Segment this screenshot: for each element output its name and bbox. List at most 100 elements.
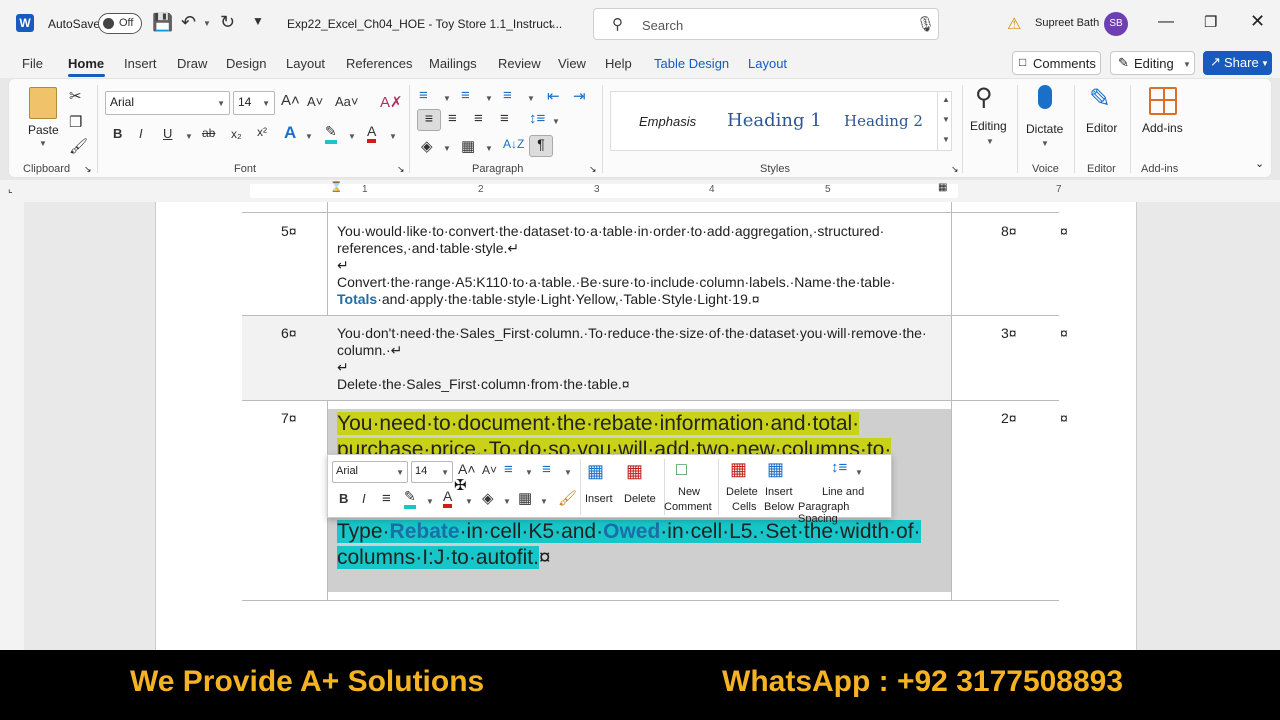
- line-paragraph-spacing-button[interactable]: Paragraph Spacing: [798, 501, 891, 525]
- highlight-dropdown-icon[interactable]: ▼: [348, 132, 356, 141]
- bullets-dropdown-icon[interactable]: ▼: [525, 468, 533, 477]
- addins-button[interactable]: Add-ins: [1142, 121, 1183, 135]
- tab-table-design[interactable]: Table Design: [654, 56, 729, 71]
- insert-below-button[interactable]: Below: [764, 501, 794, 513]
- tab-mailings[interactable]: Mailings: [429, 56, 477, 71]
- bullets-icon[interactable]: ≡: [419, 87, 428, 104]
- style-heading1[interactable]: Heading 1: [727, 110, 822, 131]
- shrink-font-icon[interactable]: A˅: [482, 463, 497, 477]
- strikethrough-icon[interactable]: ab: [202, 126, 215, 140]
- styles-more-icon[interactable]: ▼: [942, 135, 950, 144]
- save-icon[interactable]: 💾: [152, 13, 173, 33]
- multilevel-list-icon[interactable]: ≡: [503, 87, 512, 104]
- align-right-icon[interactable]: ≡: [474, 110, 483, 127]
- show-marks-button[interactable]: ¶: [529, 135, 553, 157]
- subscript-icon[interactable]: x₂: [231, 127, 242, 141]
- borders-dropdown-icon[interactable]: ▼: [485, 144, 493, 153]
- styles-scroll[interactable]: ▲ ▼ ▼: [937, 92, 952, 150]
- shading-dropdown-icon[interactable]: ▼: [443, 144, 451, 153]
- warning-icon[interactable]: ⚠: [1007, 14, 1021, 34]
- line-spacing-icon[interactable]: ↕≡: [529, 110, 545, 127]
- editor-button[interactable]: Editor: [1086, 121, 1117, 135]
- close-icon[interactable]: ✕: [1250, 11, 1265, 32]
- borders-dropdown-icon[interactable]: ▼: [540, 497, 548, 506]
- delete-button[interactable]: Delete: [624, 493, 656, 505]
- dictate-icon[interactable]: [1038, 85, 1052, 109]
- font-color-icon[interactable]: A: [443, 488, 453, 508]
- font-color-icon[interactable]: A: [367, 123, 377, 143]
- italic-icon[interactable]: I: [362, 491, 366, 506]
- tab-references[interactable]: References: [346, 56, 412, 71]
- shrink-font-icon[interactable]: A˅: [307, 94, 323, 109]
- numbering-icon[interactable]: ≡: [461, 87, 470, 104]
- format-painter-icon[interactable]: 🖌: [69, 137, 88, 155]
- minimize-icon[interactable]: —: [1158, 13, 1174, 31]
- new-comment-button[interactable]: Comment: [664, 501, 712, 513]
- styles-up-icon[interactable]: ▲: [942, 95, 950, 104]
- restore-icon[interactable]: ❐: [1204, 13, 1217, 31]
- cut-icon[interactable]: ✂: [69, 87, 82, 105]
- decrease-indent-icon[interactable]: ⇤: [547, 87, 560, 105]
- text-effects-dropdown-icon[interactable]: ▼: [305, 132, 313, 141]
- highlight-dropdown-icon[interactable]: ▼: [426, 497, 434, 506]
- paragraph-launcher-icon[interactable]: ↘: [589, 164, 597, 175]
- bullets-icon[interactable]: ≡: [504, 461, 513, 478]
- customize-qat-icon[interactable]: ▼: [252, 14, 264, 28]
- tab-selector-icon[interactable]: ⌞: [8, 184, 13, 195]
- highlight-color-icon[interactable]: ✎: [325, 123, 337, 144]
- avatar[interactable]: SB: [1104, 12, 1128, 36]
- delete-cells-icon[interactable]: ▦: [730, 459, 747, 480]
- delete-cells-button[interactable]: Delete: [726, 486, 758, 498]
- document-title[interactable]: Exp22_Excel_Ch04_HOE - Toy Store 1.1_Ins…: [287, 17, 562, 31]
- align-center-icon[interactable]: ≡: [448, 110, 457, 127]
- delete-cells-button[interactable]: Cells: [732, 501, 756, 513]
- justify-icon[interactable]: ≡: [500, 110, 509, 127]
- tab-review[interactable]: Review: [498, 56, 541, 71]
- ribbon-collapse-icon[interactable]: ⌄: [1255, 157, 1264, 170]
- dictate-dropdown-icon[interactable]: ▼: [1041, 139, 1049, 148]
- insert-button[interactable]: Insert: [585, 493, 613, 505]
- increase-indent-icon[interactable]: ⇥: [573, 87, 586, 105]
- undo-icon[interactable]: ↶: [181, 12, 196, 33]
- style-emphasis[interactable]: Emphasis: [639, 114, 696, 129]
- line-spacing-icon[interactable]: ↕≡: [831, 459, 847, 476]
- superscript-icon[interactable]: x²: [257, 125, 267, 139]
- editing-mode-button[interactable]: ✎ Editing ▼: [1110, 51, 1195, 75]
- line-spacing-dropdown-icon[interactable]: ▼: [552, 117, 560, 126]
- paste-icon[interactable]: [29, 87, 57, 119]
- numbering-icon[interactable]: ≡: [542, 461, 551, 478]
- tab-design[interactable]: Design: [226, 56, 266, 71]
- autosave-toggle[interactable]: Off: [98, 13, 142, 34]
- tab-file[interactable]: File: [22, 56, 43, 71]
- editor-icon[interactable]: ✎: [1089, 83, 1111, 114]
- insert-below-icon[interactable]: ▦: [767, 459, 784, 480]
- format-painter-icon[interactable]: 🖌: [558, 489, 577, 507]
- editing-button[interactable]: Editing: [970, 119, 1007, 133]
- clear-formatting-icon[interactable]: A✗: [380, 93, 403, 111]
- shading-icon[interactable]: ◈: [421, 137, 433, 155]
- underline-icon[interactable]: U: [163, 126, 172, 141]
- tab-view[interactable]: View: [558, 56, 586, 71]
- font-color-dropdown-icon[interactable]: ▼: [389, 132, 397, 141]
- tab-draw[interactable]: Draw: [177, 56, 207, 71]
- shading-dropdown-icon[interactable]: ▼: [503, 497, 511, 506]
- line-paragraph-spacing-button[interactable]: Line and: [822, 486, 864, 498]
- editing-dropdown-icon[interactable]: ▼: [986, 137, 994, 146]
- table-row[interactable]: You·don't·need·the·Sales_First·column.·T…: [337, 325, 927, 393]
- grow-font-icon[interactable]: A˄: [458, 461, 476, 477]
- style-heading2[interactable]: Heading 2: [844, 112, 923, 130]
- borders-icon[interactable]: ▦: [461, 137, 475, 155]
- line-spacing-dropdown-icon[interactable]: ▼: [855, 468, 863, 477]
- tab-table-layout[interactable]: Layout: [748, 56, 787, 71]
- addins-icon[interactable]: [1149, 87, 1177, 115]
- paste-dropdown-icon[interactable]: ▼: [39, 139, 47, 148]
- numbering-dropdown-icon[interactable]: ▼: [485, 94, 493, 103]
- tab-insert[interactable]: Insert: [124, 56, 157, 71]
- italic-icon[interactable]: I: [139, 126, 143, 141]
- styles-down-icon[interactable]: ▼: [942, 115, 950, 124]
- change-case-icon[interactable]: Aa˅: [335, 94, 359, 109]
- dictate-button[interactable]: Dictate: [1026, 122, 1063, 136]
- column-marker-icon[interactable]: ▦: [938, 182, 947, 193]
- font-launcher-icon[interactable]: ↘: [397, 164, 405, 175]
- redo-icon[interactable]: ↻: [220, 12, 235, 33]
